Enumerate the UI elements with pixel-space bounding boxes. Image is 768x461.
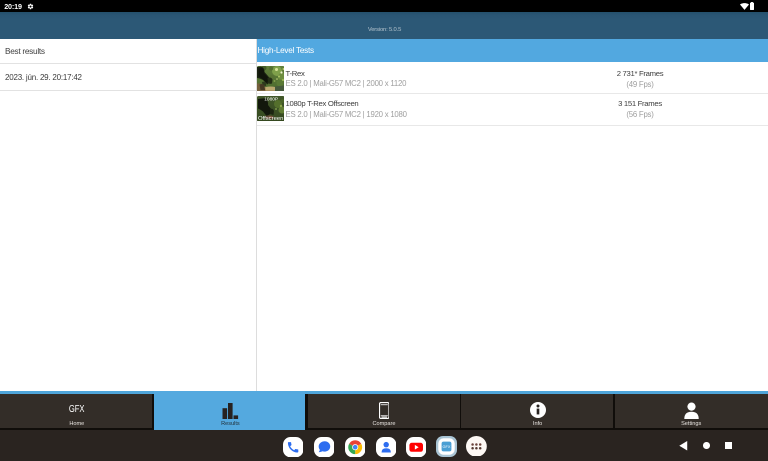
svg-text:Offscreen: Offscreen [257,116,282,122]
svg-text:GFX: GFX [442,445,450,449]
svg-text:1080P: 1080P [264,96,278,102]
